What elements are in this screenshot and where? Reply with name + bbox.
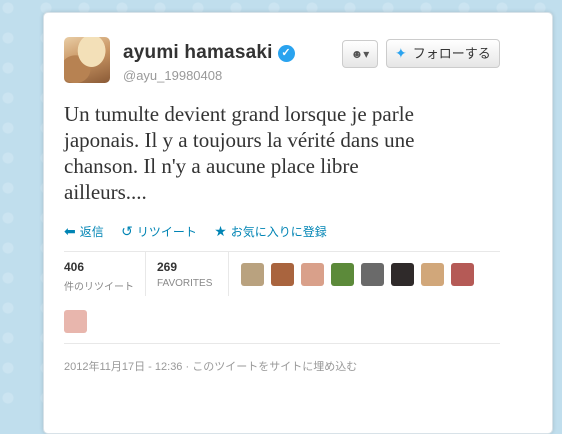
favorite-action[interactable]: ★ お気に入りに登録 — [214, 223, 327, 239]
favoriter-avatar[interactable] — [391, 263, 414, 286]
stat-separator — [228, 252, 229, 296]
favorites-stat[interactable]: 269 FAVORITES — [157, 260, 212, 289]
user-dropdown-icon: ☻▾ — [350, 47, 370, 61]
tweet-card: ayumi hamasaki ✓ @ayu_19980408 ☻▾ ✦ フォローする… — [43, 12, 553, 434]
favorites-count-label: FAVORITES — [157, 278, 213, 289]
verified-check-icon: ✓ — [277, 45, 295, 62]
retweet-count-label: 件のリツイート — [64, 282, 134, 293]
favoriter-avatar[interactable] — [301, 263, 324, 286]
favoriter-avatar[interactable] — [361, 263, 384, 286]
reply-label: 返信 — [79, 225, 104, 239]
tweet-line: japonais. Il y a toujours la vérité dans… — [64, 128, 415, 152]
stat-separator — [145, 252, 146, 296]
retweet-action[interactable]: ↺ リツイート — [121, 223, 197, 239]
favoriter-avatar[interactable] — [271, 263, 294, 286]
tweet-actions: ⬅ 返信 ↺ リツイート ★ お気に入りに登録 — [64, 223, 341, 240]
favorites-count: 269 — [157, 260, 178, 274]
reply-action[interactable]: ⬅ 返信 — [64, 223, 104, 239]
favoriter-avatar[interactable] — [241, 263, 264, 286]
star-icon: ★ — [214, 223, 227, 239]
user-name-text[interactable]: ayumi hamasaki — [123, 42, 273, 63]
user-handle[interactable]: @ayu_19980408 — [123, 68, 222, 83]
tweet-text: Un tumulte devient grand lorsque je parl… — [64, 101, 484, 205]
tweet-line: Un tumulte devient grand lorsque je parl… — [64, 102, 414, 126]
user-name[interactable]: ayumi hamasaki ✓ — [123, 42, 295, 64]
favoriter-avatar[interactable] — [331, 263, 354, 286]
tweet-line: ailleurs.... — [64, 180, 147, 204]
twitter-bird-icon: ✦ — [395, 45, 407, 61]
follow-label: フォローする — [412, 46, 491, 61]
retweet-count: 406 — [64, 260, 85, 274]
favoriter-avatar[interactable] — [421, 263, 444, 286]
favorite-label: お気に入りに登録 — [230, 225, 327, 239]
reply-icon: ⬅ — [64, 223, 76, 239]
divider — [64, 251, 500, 252]
tweet-timestamp[interactable]: 2012年11月17日 - 12:36 · このツイートをサイトに埋め込む — [64, 358, 357, 374]
favoriter-avatar[interactable] — [64, 310, 87, 333]
avatar[interactable] — [64, 37, 110, 83]
retweet-icon: ↺ — [121, 223, 133, 239]
avatar-image — [64, 37, 110, 83]
follow-button[interactable]: ✦ フォローする — [386, 39, 500, 68]
retweet-label: リツイート — [136, 225, 197, 239]
user-actions-button[interactable]: ☻▾ — [342, 40, 378, 68]
favoriter-avatar[interactable] — [451, 263, 474, 286]
divider — [64, 343, 500, 344]
tweet-line: chanson. Il n'y a aucune place libre — [64, 154, 359, 178]
retweet-stat[interactable]: 406 件のリツイート — [64, 260, 134, 293]
